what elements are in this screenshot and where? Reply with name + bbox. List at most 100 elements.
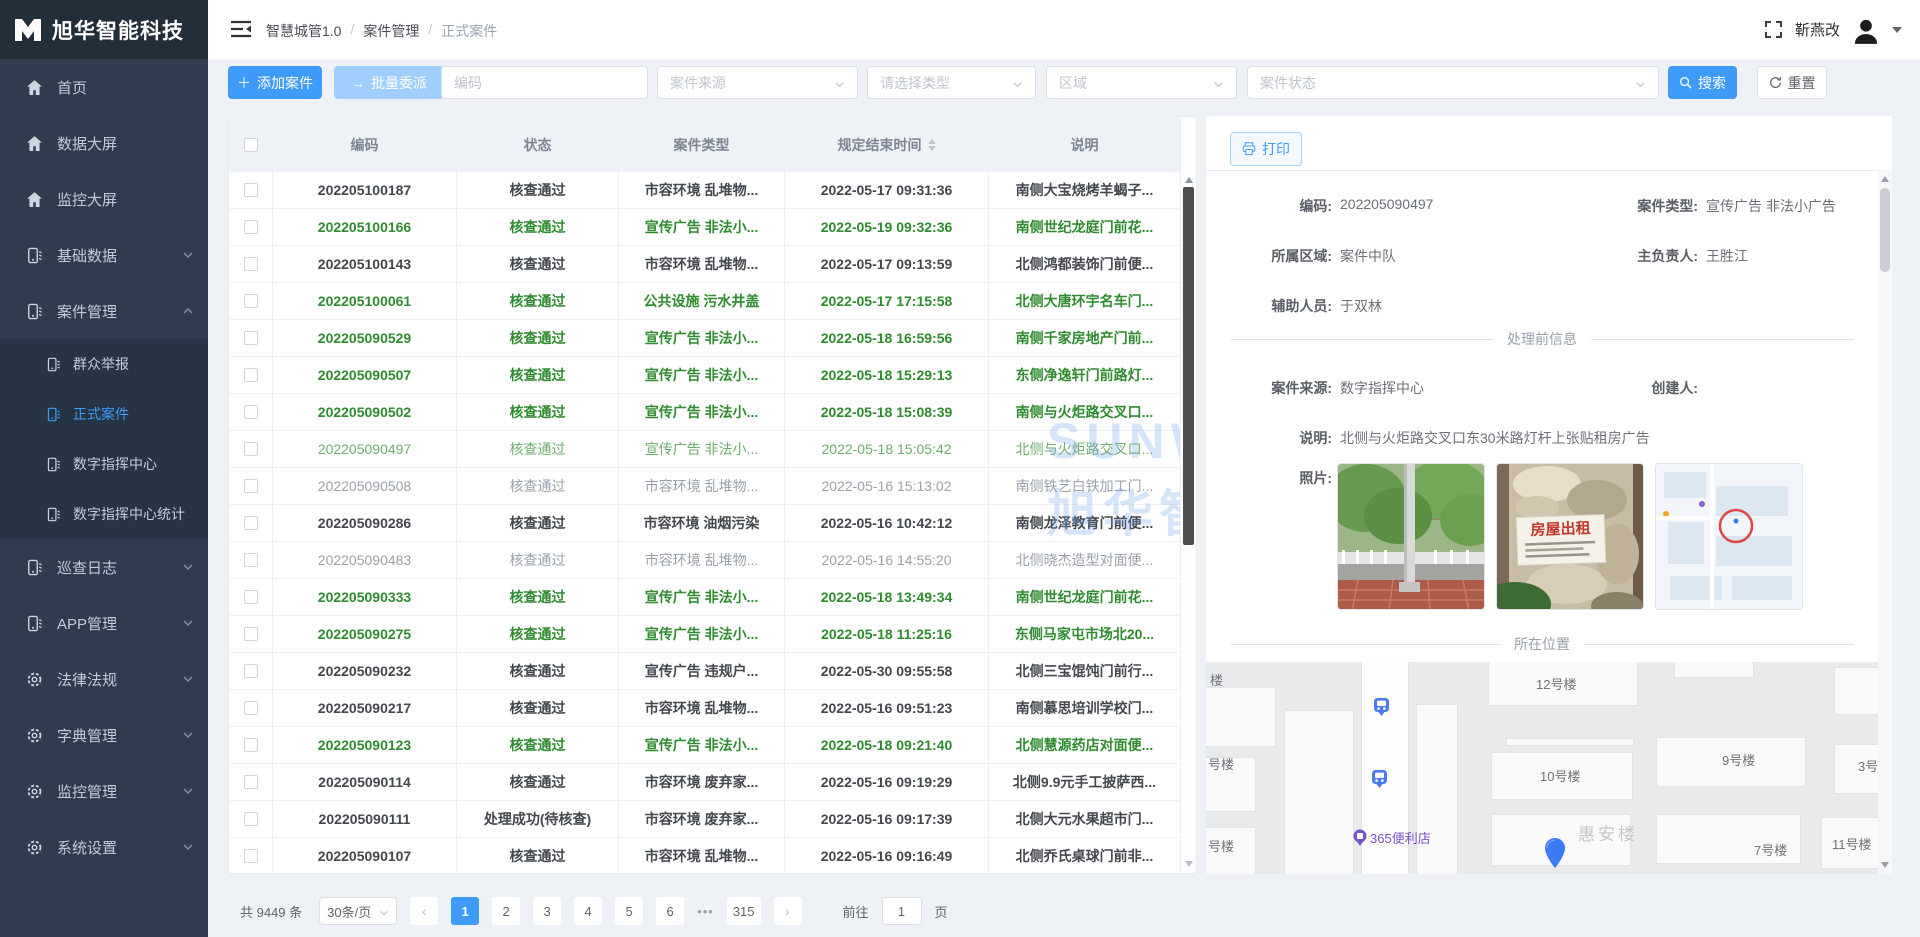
table-row[interactable]: 202205090111处理成功(待核查)市容环境 废弃家...2022-05-… — [229, 801, 1196, 838]
select-all-checkbox[interactable] — [244, 138, 258, 152]
batch-dispatch-button[interactable]: →批量委派 — [334, 66, 444, 99]
row-checkbox[interactable] — [244, 627, 258, 641]
row-checkbox[interactable] — [244, 294, 258, 308]
sidebar-item-5[interactable]: 巡查日志 — [0, 539, 208, 595]
rental-ad-photo[interactable]: 房屋出租 — [1496, 463, 1644, 610]
sidebar-item-10[interactable]: 系统设置 — [0, 819, 208, 875]
last-page-button[interactable]: 315 — [727, 897, 761, 925]
detail-row: 所属区域: 案件中队 主负责人: 王胜江 — [1206, 246, 1866, 266]
row-checkbox[interactable] — [244, 812, 258, 826]
prev-page-button[interactable]: ‹ — [410, 897, 438, 925]
sort-icon[interactable] — [928, 139, 936, 151]
row-checkbox[interactable] — [244, 516, 258, 530]
table-row[interactable]: 202205100143核查通过市容环境 乱堆物...2022-05-17 09… — [229, 246, 1196, 283]
scrollbar-thumb[interactable] — [1183, 187, 1194, 545]
row-checkbox[interactable] — [244, 442, 258, 456]
row-checkbox[interactable] — [244, 368, 258, 382]
sidebar-item-7[interactable]: 法律法规 — [0, 651, 208, 707]
scrollbar-thumb[interactable] — [1880, 188, 1890, 272]
sidebar-item-6[interactable]: APP管理 — [0, 595, 208, 651]
row-checkbox[interactable] — [244, 590, 258, 604]
print-button[interactable]: 打印 — [1230, 132, 1302, 166]
case-source-select[interactable]: 案件来源 — [657, 66, 858, 99]
table-row[interactable]: 202205090333核查通过宣传广告 非法小...2022-05-18 13… — [229, 579, 1196, 616]
row-checkbox[interactable] — [244, 220, 258, 234]
sidebar-item-2[interactable]: 监控大屏 — [0, 171, 208, 227]
location-map[interactable]: 楼12号楼号楼9号楼3号10号楼号楼惠安楼7号楼11号楼 365便利店 — [1206, 662, 1878, 874]
breadcrumb-parent[interactable]: 案件管理 — [363, 21, 419, 41]
page-button-3[interactable]: 3 — [533, 897, 561, 925]
reset-button[interactable]: 重置 — [1757, 66, 1827, 99]
page-button-1[interactable]: 1 — [451, 897, 479, 925]
page-button-4[interactable]: 4 — [574, 897, 602, 925]
breadcrumb-root[interactable]: 智慧城管1.0 — [266, 21, 341, 41]
row-checkbox[interactable] — [244, 701, 258, 715]
sidebar-subitem[interactable]: 数字指挥中心 — [0, 439, 208, 489]
scroll-down-icon[interactable] — [1881, 862, 1889, 868]
scroll-up-icon[interactable] — [1881, 176, 1889, 182]
table-row[interactable]: 202205090232核查通过宣传广告 违规户...2022-05-30 09… — [229, 653, 1196, 690]
page-size-select[interactable]: 30条/页 — [319, 897, 397, 925]
goto-page-input[interactable] — [882, 897, 922, 925]
row-checkbox[interactable] — [244, 849, 258, 863]
sidebar-item-0[interactable]: 首页 — [0, 59, 208, 115]
table-row[interactable]: 202205090217核查通过市容环境 乱堆物...2022-05-16 09… — [229, 690, 1196, 727]
table-row[interactable]: 202205090529核查通过宣传广告 非法小...2022-05-18 16… — [229, 320, 1196, 357]
next-page-button[interactable]: › — [774, 897, 802, 925]
table-scrollbar[interactable] — [1180, 117, 1196, 873]
table-row[interactable]: 202205090114核查通过市容环境 废弃家...2022-05-16 09… — [229, 764, 1196, 801]
street-pole-photo[interactable] — [1337, 463, 1485, 610]
row-checkbox[interactable] — [244, 738, 258, 752]
sidebar-subitem[interactable]: 数字指挥中心统计 — [0, 489, 208, 539]
sidebar-item-4[interactable]: 案件管理 — [0, 283, 208, 339]
table-row[interactable]: 202205090507核查通过宣传广告 非法小...2022-05-18 15… — [229, 357, 1196, 394]
row-checkbox[interactable] — [244, 331, 258, 345]
page-button-2[interactable]: 2 — [492, 897, 520, 925]
row-checkbox[interactable] — [244, 479, 258, 493]
table-row[interactable]: 202205100166核查通过宣传广告 非法小...2022-05-19 09… — [229, 209, 1196, 246]
add-case-button[interactable]: ＋添加案件 — [228, 66, 322, 99]
svg-text:房屋出租: 房屋出租 — [1530, 519, 1591, 539]
row-checkbox[interactable] — [244, 405, 258, 419]
table-row[interactable]: 202205090497核查通过宣传广告 非法小...2022-05-18 15… — [229, 431, 1196, 468]
case-status-select[interactable]: 案件状态 — [1247, 66, 1659, 99]
detail-scrollbar[interactable] — [1878, 170, 1892, 874]
header-deadline[interactable]: 规定结束时间 — [785, 117, 989, 172]
sidebar-item-1[interactable]: 数据大屏 — [0, 115, 208, 171]
pages-ellipsis[interactable]: ••• — [697, 904, 714, 919]
scroll-down-icon[interactable] — [1185, 861, 1193, 867]
table-row[interactable]: 202205090123核查通过宣传广告 非法小...2022-05-18 09… — [229, 727, 1196, 764]
cell-type: 宣传广告 非法小... — [619, 320, 785, 356]
page-button-5[interactable]: 5 — [615, 897, 643, 925]
table-row[interactable]: 202205090483核查通过市容环境 乱堆物...2022-05-16 14… — [229, 542, 1196, 579]
table-row[interactable]: 202205100187核查通过市容环境 乱堆物...2022-05-17 09… — [229, 172, 1196, 209]
fullscreen-icon[interactable] — [1764, 20, 1783, 39]
map-thumbnail-photo[interactable] — [1655, 463, 1803, 610]
sidebar-subitem[interactable]: 正式案件 — [0, 389, 208, 439]
row-checkbox[interactable] — [244, 775, 258, 789]
area-select[interactable]: 区域 — [1046, 66, 1237, 99]
table-row[interactable]: 202205090107核查通过市容环境 乱堆物...2022-05-16 09… — [229, 838, 1196, 874]
sidebar-item-3[interactable]: 基础数据 — [0, 227, 208, 283]
table-row[interactable]: 202205090508核查通过市容环境 乱堆物...2022-05-16 15… — [229, 468, 1196, 505]
sidebar-item-8[interactable]: 字典管理 — [0, 707, 208, 763]
collapse-sidebar-icon[interactable] — [230, 20, 252, 38]
table-row[interactable]: 202205090286核查通过市容环境 油烟污染2022-05-16 10:4… — [229, 505, 1196, 542]
search-button[interactable]: 搜索 — [1668, 66, 1737, 99]
chevron-down-icon[interactable] — [1892, 27, 1902, 33]
row-checkbox[interactable] — [244, 553, 258, 567]
row-checkbox[interactable] — [244, 257, 258, 271]
scroll-up-icon[interactable] — [1185, 177, 1193, 183]
table-row[interactable]: 202205100061核查通过公共设施 污水井盖2022-05-17 17:1… — [229, 283, 1196, 320]
code-input[interactable] — [441, 66, 648, 99]
page-button-6[interactable]: 6 — [656, 897, 684, 925]
sidebar-item-9[interactable]: 监控管理 — [0, 763, 208, 819]
avatar[interactable] — [1852, 15, 1880, 45]
username[interactable]: 靳燕改 — [1795, 19, 1840, 40]
table-row[interactable]: 202205090275核查通过宣传广告 非法小...2022-05-18 11… — [229, 616, 1196, 653]
row-checkbox[interactable] — [244, 183, 258, 197]
row-checkbox[interactable] — [244, 664, 258, 678]
table-row[interactable]: 202205090502核查通过宣传广告 非法小...2022-05-18 15… — [229, 394, 1196, 431]
sidebar-subitem[interactable]: 群众举报 — [0, 339, 208, 389]
case-type-select[interactable]: 请选择类型 — [867, 66, 1036, 99]
